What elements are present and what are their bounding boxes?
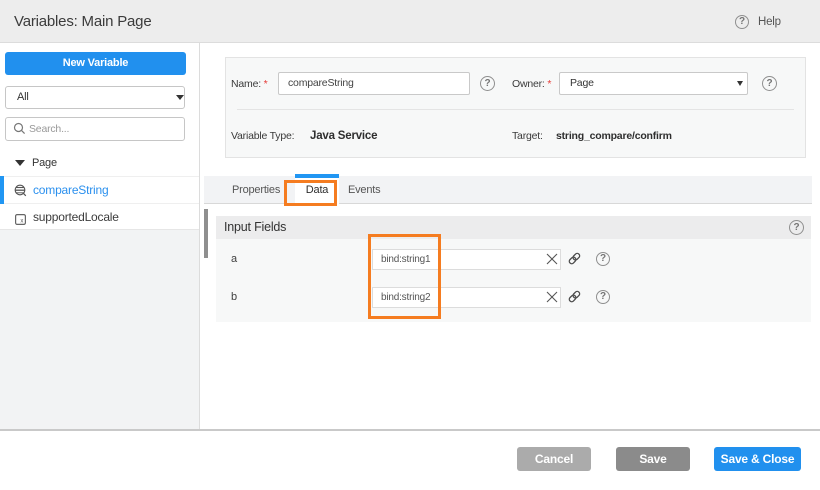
svg-text:x: x — [20, 219, 23, 225]
